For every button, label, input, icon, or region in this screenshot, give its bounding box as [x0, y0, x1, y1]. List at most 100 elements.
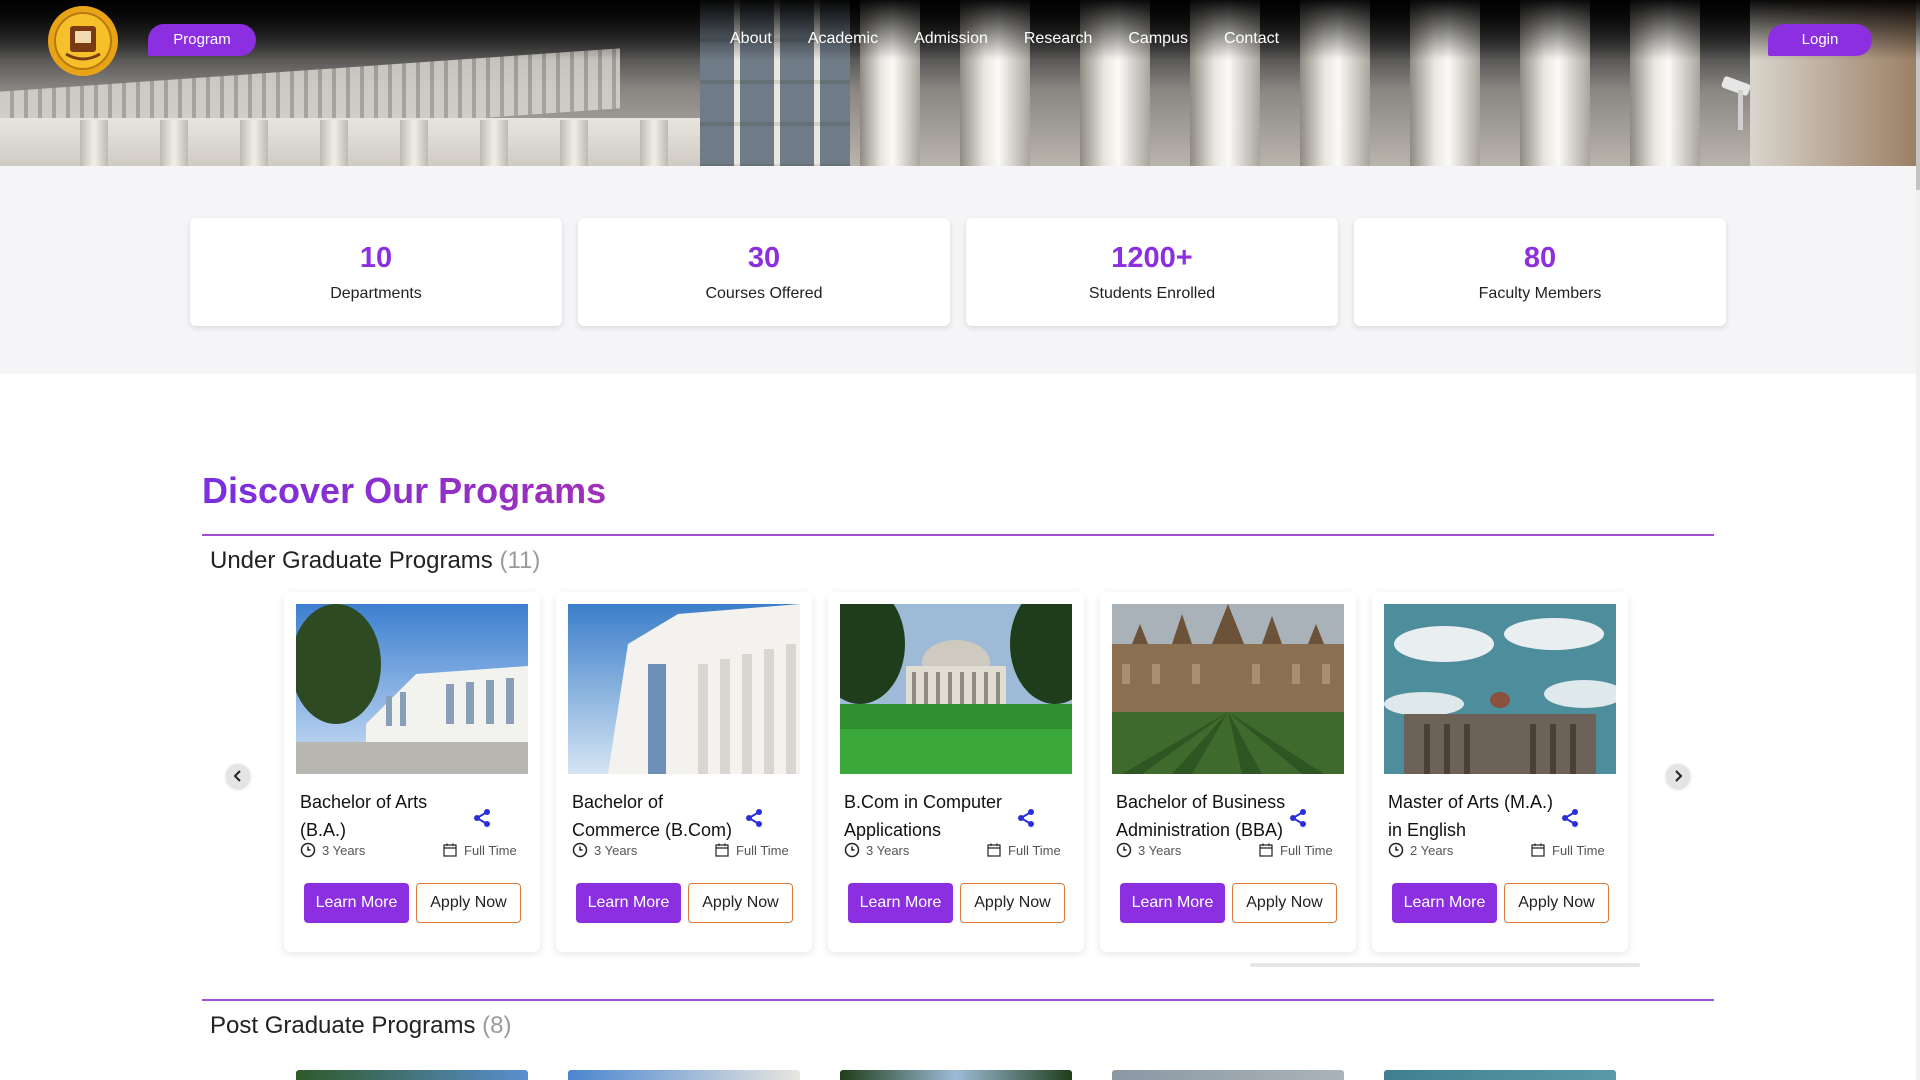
duration-text: 3 Years [1138, 842, 1182, 858]
stat-label: Departments [330, 285, 422, 302]
duration-meta: 3 Years [844, 842, 909, 858]
program-photo [568, 1070, 800, 1080]
column-base [80, 120, 108, 166]
program-title[interactable]: Bachelor of Arts (B.A.) [300, 788, 476, 844]
ug-count: (11) [499, 547, 541, 574]
clock-icon [1388, 842, 1404, 858]
stat-value: 80 [1523, 242, 1557, 274]
carousel-scrollbar[interactable] [1250, 963, 1640, 967]
chevron-left-icon [233, 770, 241, 782]
program-title[interactable]: Bachelor of Business Administration (BBA… [1116, 788, 1292, 844]
login-button[interactable]: Login [1768, 24, 1872, 56]
learn-more-button[interactable]: Learn More [848, 883, 953, 923]
apply-now-button[interactable]: Apply Now [960, 883, 1065, 923]
type-meta: Full Time [442, 842, 517, 858]
pg-heading[interactable]: Post Graduate Programs (8) [210, 1012, 511, 1040]
nav-campus[interactable]: Campus [1128, 30, 1188, 48]
learn-more-button[interactable]: Learn More [1120, 883, 1225, 923]
clock-icon [844, 842, 860, 858]
type-text: Full Time [464, 842, 517, 858]
apply-now-button[interactable]: Apply Now [688, 883, 793, 923]
program-card: Bachelor of Business Administration (BBA… [1100, 592, 1356, 952]
program-photo [1384, 604, 1616, 774]
calendar-icon [443, 843, 457, 857]
chevron-right-icon [1675, 770, 1683, 782]
duration-text: 3 Years [322, 842, 366, 858]
program-photo [296, 1070, 528, 1080]
stat-value: 30 [747, 242, 781, 274]
column-base [320, 120, 348, 166]
security-camera-icon [1721, 76, 1751, 130]
calendar-icon [1531, 843, 1545, 857]
type-text: Full Time [736, 842, 789, 858]
apply-now-button[interactable]: Apply Now [1232, 883, 1337, 923]
program-photo [1112, 1070, 1344, 1080]
nav-about[interactable]: About [730, 30, 772, 48]
university-seal-logo[interactable] [44, 4, 122, 78]
stats-section: 10 Departments 30 Courses Offered 1200+ … [0, 166, 1920, 374]
type-text: Full Time [1008, 842, 1061, 858]
program-title[interactable]: Master of Arts (M.A.) in English [1388, 788, 1564, 844]
column-base [240, 120, 268, 166]
page-scrollbar[interactable] [1916, 0, 1920, 1080]
column-base [160, 120, 188, 166]
stat-card-faculty: 80 Faculty Members [1354, 218, 1726, 326]
stat-card-students: 1200+ Students Enrolled [966, 218, 1338, 326]
stat-label: Faculty Members [1478, 285, 1602, 302]
type-meta: Full Time [986, 842, 1061, 858]
ug-heading-label: Under Graduate Programs [210, 547, 493, 574]
stat-card-courses: 30 Courses Offered [578, 218, 950, 326]
learn-more-button[interactable]: Learn More [576, 883, 681, 923]
clock-icon [1116, 842, 1132, 858]
stat-card-departments: 10 Departments [190, 218, 562, 326]
type-meta: Full Time [714, 842, 789, 858]
clock-icon [300, 842, 316, 858]
column-base [640, 120, 668, 166]
program-title[interactable]: B.Com in Computer Applications [844, 788, 1020, 844]
program-photo [1384, 1070, 1616, 1080]
section-divider [202, 534, 1714, 536]
calendar-icon [715, 843, 729, 857]
share-icon[interactable] [472, 808, 492, 828]
type-text: Full Time [1280, 842, 1333, 858]
calendar-icon [1259, 843, 1273, 857]
program-card: Bachelor of Commerce (B.Com) 3 Years Ful… [556, 592, 812, 952]
pg-count: (8) [482, 1012, 512, 1039]
pg-heading-label: Post Graduate Programs [210, 1012, 476, 1039]
duration-meta: 3 Years [1116, 842, 1181, 858]
duration-text: 3 Years [594, 842, 638, 858]
program-button[interactable]: Program [148, 24, 256, 56]
column-base [480, 120, 508, 166]
program-title[interactable]: Bachelor of Commerce (B.Com) [572, 788, 748, 844]
nav-research[interactable]: Research [1024, 30, 1092, 48]
calendar-icon [987, 843, 1001, 857]
type-meta: Full Time [1258, 842, 1333, 858]
apply-now-button[interactable]: Apply Now [1504, 883, 1609, 923]
duration-meta: 3 Years [300, 842, 365, 858]
stat-label: Courses Offered [705, 285, 823, 302]
stat-value: 1200+ [1111, 242, 1193, 274]
stat-label: Students Enrolled [1088, 285, 1216, 302]
duration-text: 2 Years [1410, 842, 1454, 858]
apply-now-button[interactable]: Apply Now [416, 883, 521, 923]
nav-academic[interactable]: Academic [808, 30, 878, 48]
nav-admission[interactable]: Admission [914, 30, 988, 48]
duration-meta: 3 Years [572, 842, 637, 858]
type-meta: Full Time [1530, 842, 1605, 858]
share-icon[interactable] [1288, 808, 1308, 828]
share-icon[interactable] [1560, 808, 1580, 828]
program-photo [840, 1070, 1072, 1080]
program-photo [840, 604, 1072, 774]
programs-title: Discover Our Programs [202, 470, 607, 511]
share-icon[interactable] [1016, 808, 1036, 828]
ug-heading[interactable]: Under Graduate Programs (11) [210, 547, 540, 575]
carousel-prev-button[interactable] [226, 764, 250, 788]
nav-contact[interactable]: Contact [1224, 30, 1279, 48]
duration-text: 3 Years [866, 842, 910, 858]
share-icon[interactable] [744, 808, 764, 828]
carousel-next-button[interactable] [1666, 764, 1690, 788]
column-base [400, 120, 428, 166]
learn-more-button[interactable]: Learn More [1392, 883, 1497, 923]
program-photo [1112, 604, 1344, 774]
learn-more-button[interactable]: Learn More [304, 883, 409, 923]
